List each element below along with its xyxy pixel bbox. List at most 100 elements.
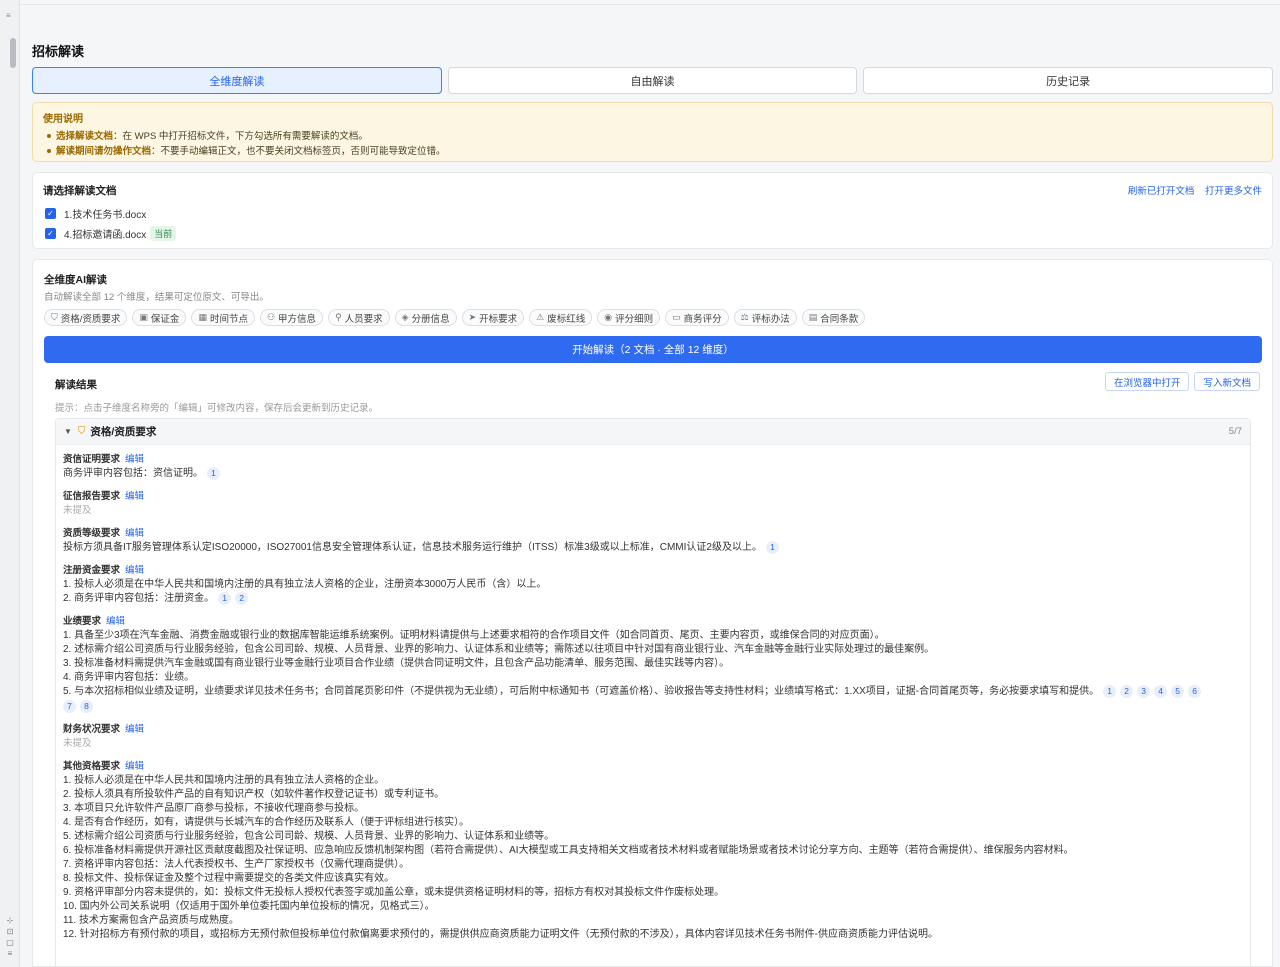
scrollbar-thumb[interactable] [10,38,16,68]
result-line: 3. 投标准备材料需提供汽车金融或国有商业银行业等金融行业项目合作业绩（提供合同… [63,657,1243,671]
dimension-chip[interactable]: ▭ 商务评分 [665,309,729,326]
source-ref-badge[interactable]: 6 [1188,685,1202,699]
result-line: 7. 资格评审内容包括：法人代表授权书、生产厂家授权书（仅需代理商提供）。 [63,858,1243,872]
sub-dimension: 资信证明要求 编辑 商务评审内容包括：资信证明。 1 [63,453,1243,481]
edit-link[interactable]: 编辑 [106,616,125,627]
tab-history[interactable]: 历史记录 [863,67,1274,94]
dimension-chip[interactable]: ⚲ 人员要求 [328,309,390,326]
empty-value: 未提及 [63,737,92,749]
result-text: 8. 投标文件、投标保证金及整个过程中需要提交的各类文件应该真实有效。 [63,872,395,884]
result-line: 12. 针对招标方有预付款的项目，或招标方无预付款但投标单位付款偏离要求预付的，… [63,928,1243,942]
edit-link[interactable]: 编辑 [125,565,144,576]
source-ref-badge[interactable]: 3 [1137,685,1151,699]
chip-label: 商务评分 [683,313,722,325]
result-line: 1. 投标人必须是在中华人民共和国境内注册的具有独立法人资格的企业，注册资本30… [63,578,1243,592]
results-actions: 在浏览器中打开 写入新文档 [1104,372,1260,391]
result-line: 5. 述标需介绍公司资质与行业服务经验，包含公司司龄、规模、人员背景、业界的影响… [63,830,1243,844]
result-text: 4. 商务评审内容包括：业绩。 [63,672,195,684]
ai-analysis-card: 全维度AI解读 自动解读全部 12 个维度，结果可定位原文、可导出。 ⛉ 资格/资… [32,259,1273,967]
result-line: 10. 国内外公司关系说明（仅适用于国外单位委托国内单位投标的情况，见格式三）。 [63,900,1243,914]
result-line: 2. 述标需介绍公司资质与行业服务经验，包含公司司龄、规模、人员背景、业界的影响… [63,643,1243,657]
result-text: 1. 投标人必须是在中华人民共和国境内注册的具有独立法人资格的企业，注册资本30… [63,579,547,591]
calendar-icon: ▦ [198,312,207,322]
dimension-chip[interactable]: ◈ 分册信息 [394,309,457,326]
result-text: 12. 针对招标方有预付款的项目，或招标方无预付款但投标单位付款偏离要求预付的，… [63,928,939,940]
source-ref-badge[interactable]: 2 [235,592,249,606]
plugin-panel: 招标解读 全维度解读 自由解读 历史记录 使用说明 选择解读文档：在 WPS 中… [20,0,1280,967]
shield-icon: ⛉ [51,312,58,322]
section-header[interactable]: ▼ ⛉ 资格/资质要求 5/7 [56,419,1250,445]
user-icon: ⚲ [335,312,342,322]
result-text: 3. 本项目只允许软件产品原厂商参与投标，不接收代理商参与投标。 [63,802,365,814]
source-ref-badge[interactable]: 1 [207,467,220,480]
gutter-tools: ⊹ ⊡ ▢ ≡ [6,916,14,958]
source-ref-badge[interactable]: 1 [218,592,232,606]
start-analysis-button[interactable]: 开始解读（2 文档 · 全部 12 维度） [44,336,1262,363]
left-gutter: ≡ ⊹ ⊡ ▢ ≡ [0,0,20,967]
edit-link[interactable]: 编辑 [125,724,144,735]
result-line: 11. 技术方案需包含产品资质与成熟度。 [63,914,1243,928]
doc-item[interactable]: ✓ 4.招标邀请函.docx 当前 [45,226,177,241]
dimension-chip[interactable]: ⚇ 甲方信息 [259,309,324,326]
dimension-chip[interactable]: ▤ 合同条款 [801,309,866,326]
source-ref-badge[interactable]: 7 [63,699,76,713]
notice-title: 使用说明 [43,114,83,125]
dimension-chip[interactable]: ⚖ 评标办法 [733,309,797,326]
result-line: 商务评审内容包括：资信证明。 1 [63,467,1243,481]
tab-bar: 全维度解读 自由解读 历史记录 [32,67,1274,94]
result-text: 5. 与本次招标相似业绩及证明，业绩要求详见技术任务书；合同首尾页影印件（不提供… [63,686,1100,698]
doc-item[interactable]: ✓ 1.技术任务书.docx [45,206,146,221]
result-line: 2. 商务评审内容包括：注册资金。 1 2 [63,592,1243,606]
dimension-chip[interactable]: ▦ 时间节点 [191,309,255,326]
result-line: 1. 投标人必须是在中华人民共和国境内注册的具有独立法人资格的企业。 [63,774,1243,788]
result-line: 4. 商务评审内容包括：业绩。 [63,671,1243,685]
edit-link[interactable]: 编辑 [125,491,144,502]
open-more-link[interactable]: 打开更多文件 [1205,186,1262,197]
edit-link[interactable]: 编辑 [125,528,144,539]
collapse-triangle-icon[interactable]: ▼ [64,427,72,436]
result-text: 2. 述标需介绍公司资质与行业服务经验，包含公司司龄、规模、人员背景、业界的影响… [63,644,935,656]
checkbox-checked[interactable]: ✓ [45,228,56,239]
dimension-chip[interactable]: ▣ 保证金 [132,309,187,326]
section-title: 资格/资质要求 [90,426,157,438]
source-ref-badge[interactable]: 2 [1120,685,1134,699]
dimension-chip[interactable]: ➤ 开标要求 [461,309,525,326]
source-ref-badge[interactable]: 1 [765,541,779,555]
dimension-chip[interactable]: ⛉ 资格/资质要求 [44,309,128,326]
file-icon: ▤ [808,312,818,322]
chip-label: 保证金 [150,313,180,325]
doc-links: 刷新已打开文档 打开更多文件 [1120,183,1262,197]
sub-dimension-label: 其他资格要求 编辑 [63,760,1243,774]
write-new-doc-button[interactable]: 写入新文档 [1194,372,1260,391]
open-in-browser-button[interactable]: 在浏览器中打开 [1104,372,1190,391]
section-body: 资信证明要求 编辑 商务评审内容包括：资信证明。 1 征信报告要求 编辑 未提及 资质等级要求… [56,445,1250,959]
result-text: 1. 具备至少3项在汽车金融、消费金融或银行业的数据库智能运维系统案例。证明材料… [63,630,885,642]
tab-full-analysis[interactable]: 全维度解读 [32,67,442,94]
result-text: 商务评审内容包括：资信证明。 [63,468,203,480]
tab-free-analysis[interactable]: 自由解读 [447,67,858,94]
chip-label: 合同条款 [820,313,859,325]
source-ref-badge[interactable]: 8 [80,699,93,713]
refresh-docs-link[interactable]: 刷新已打开文档 [1128,186,1195,197]
results-title: 解读结果 [55,379,97,391]
edit-link[interactable]: 编辑 [125,454,144,465]
result-section: ▼ ⛉ 资格/资质要求 5/7 资信证明要求 编辑 商务评审内容包括：资信证明。 1 征… [55,418,1251,966]
edit-link[interactable]: 编辑 [125,761,144,772]
doc-name: 4.招标邀请函.docx [64,230,147,241]
dimension-chip[interactable]: ⚠ 废标红线 [529,309,593,326]
source-ref-badge[interactable]: 1 [1103,685,1117,699]
source-ref-badge[interactable]: 4 [1154,685,1168,699]
source-ref-badge[interactable]: 5 [1171,685,1185,699]
chip-label: 人员要求 [344,313,383,325]
current-badge: 当前 [150,226,177,241]
result-text: 投标方须具备IT服务管理体系认定ISO20000，ISO27001信息安全管理体… [63,542,762,554]
empty-value: 未提及 [63,505,92,517]
dimension-chip[interactable]: ◉ 评分细则 [597,309,661,326]
sub-dimension-label: 业绩要求 编辑 [63,615,1243,629]
checkbox-checked[interactable]: ✓ [45,208,56,219]
result-line: 78 [63,699,1243,714]
result-text: 6. 投标准备材料需提供开源社区贡献度截图及社保证明、应急响应反馈机制架构图（若… [63,844,1074,856]
ai-title: 全维度AI解读 [44,274,107,286]
drag-handle-icon[interactable]: ≡ [6,12,11,20]
dimension-chips: ⛉ 资格/资质要求 ▣ 保证金 ▦ 时间节点 ⚇ 甲方信息 ⚲ 人员要求 ◈ 分册信息 ➤ 开标要求 ⚠ 废标… [44,309,866,326]
